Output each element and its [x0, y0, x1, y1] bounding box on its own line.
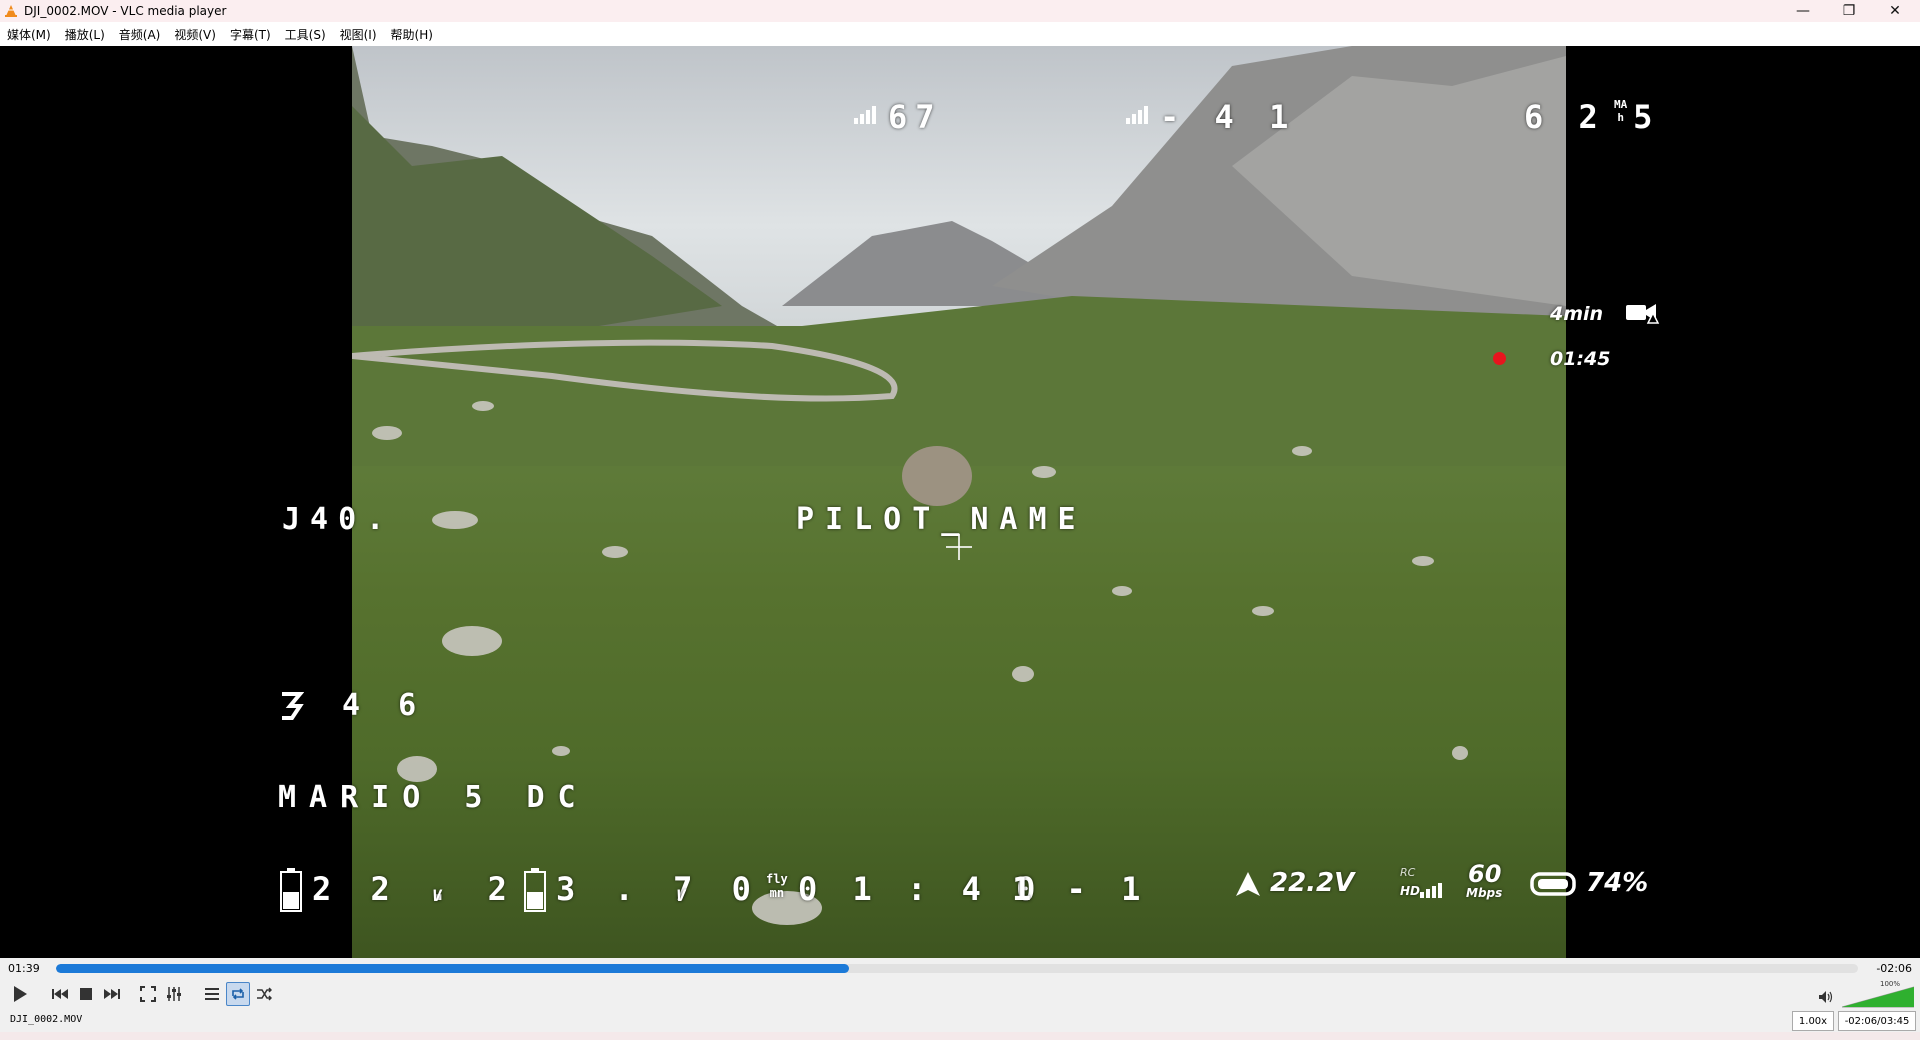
- crosshair-icon: [946, 534, 972, 560]
- osd-signal-left: 67: [888, 98, 943, 136]
- osd-bitrate-unit: Mbps: [1466, 886, 1503, 900]
- restore-button[interactable]: ❐: [1826, 0, 1872, 22]
- mountains: [352, 46, 1566, 466]
- camera-icon: [1626, 304, 1660, 324]
- osd-mah-unit-top: MA: [1614, 98, 1628, 111]
- osd-mah-unit: MA h: [1614, 98, 1627, 124]
- volume-slider[interactable]: [1842, 986, 1914, 1008]
- shuffle-button[interactable]: [252, 982, 276, 1006]
- menu-bar: 媒体(M) 播放(L) 音频(A) 视频(V) 字幕(T) 工具(S) 视图(I…: [0, 22, 1920, 46]
- osd-fly-label-top: fly: [766, 872, 788, 886]
- menu-help[interactable]: 帮助(H): [384, 26, 440, 43]
- playback-rate[interactable]: 1.00x: [1792, 1011, 1834, 1031]
- cell-battery-icon: [524, 868, 546, 912]
- osd-fly-time: 0 1 : 4 0: [798, 870, 1044, 908]
- next-icon: [104, 989, 120, 999]
- osd-signal-right: - 4 1: [1160, 98, 1297, 136]
- osd-mah: 6 2 5: [1524, 98, 1661, 136]
- osd-fly-label-bottom: mn: [769, 886, 785, 900]
- osd-fly-label: fly mn: [766, 872, 788, 900]
- previous-icon: [52, 989, 68, 999]
- window-bottom-edge: [0, 1032, 1920, 1040]
- osd-craft-name: MARIO 5 DC: [278, 780, 589, 815]
- menu-audio[interactable]: 音频(A): [112, 26, 168, 43]
- menu-tools[interactable]: 工具(S): [278, 26, 333, 43]
- seek-bar[interactable]: [56, 964, 1858, 973]
- menu-media[interactable]: 媒体(M): [0, 26, 58, 43]
- osd-heading-value: 4 6: [342, 688, 427, 723]
- osd-pilot-name: PILOT_NAME: [796, 502, 1087, 537]
- osd-battery-voltage-unit: V: [432, 886, 442, 905]
- play-button[interactable]: [6, 980, 34, 1008]
- osd-rec-remaining: 4min: [1550, 303, 1604, 325]
- osd-hd-label: HD: [1400, 884, 1421, 898]
- speaker-icon[interactable]: [1818, 990, 1834, 1004]
- osd-goggle-voltage: 22.2V: [1270, 868, 1355, 898]
- minimize-button[interactable]: —: [1780, 0, 1826, 22]
- menu-playback[interactable]: 播放(L): [58, 26, 112, 43]
- rec-dot: [1493, 352, 1506, 365]
- seek-bar-progress: [56, 964, 849, 973]
- playlist-icon: [205, 988, 219, 1000]
- status-bar: DJI_0002.MOV 1.00x -02:06/03:45: [0, 1010, 1920, 1032]
- heading-icon: [282, 692, 304, 720]
- remaining-time[interactable]: -02:06: [1876, 962, 1912, 975]
- osd-mah-unit-bottom: h: [1617, 111, 1624, 124]
- osd-channel: 1 - 1: [1012, 870, 1149, 908]
- title-bar: DJI_0002.MOV - VLC media player — ❐ ✕: [0, 0, 1920, 22]
- menu-view[interactable]: 视图(I): [333, 26, 384, 43]
- shuffle-icon: [257, 987, 272, 1001]
- restore-icon: ❐: [1842, 3, 1856, 19]
- osd-craft-id: J40.: [282, 502, 395, 537]
- osd-battery-voltage: 2 2 . 2: [312, 870, 517, 908]
- osd-bitrate: 60: [1468, 860, 1502, 888]
- loop-icon: [232, 988, 244, 1000]
- menu-video[interactable]: 视频(V): [167, 26, 223, 43]
- arrow-up-icon: [1236, 872, 1260, 896]
- volume-control: 100%: [1818, 980, 1916, 1008]
- playlist-button[interactable]: [200, 982, 224, 1006]
- previous-button[interactable]: [48, 982, 72, 1006]
- signal-bars-icon-2: [1126, 106, 1148, 124]
- equalizer-icon: [167, 987, 181, 1001]
- osd-rec-elapsed: 01:45: [1550, 348, 1611, 370]
- window-title: DJI_0002.MOV - VLC media player: [24, 4, 227, 18]
- battery-icon: [280, 868, 302, 912]
- status-time[interactable]: -02:06/03:45: [1838, 1011, 1916, 1031]
- play-icon: [14, 986, 27, 1002]
- fullscreen-icon: [140, 986, 156, 1002]
- osd-rc-label: RC: [1400, 866, 1416, 879]
- status-filename: DJI_0002.MOV: [10, 1014, 83, 1025]
- extended-settings-button[interactable]: [162, 982, 186, 1006]
- next-button[interactable]: [100, 982, 124, 1006]
- elapsed-time: 01:39: [8, 962, 40, 975]
- link-quality-icon: [1420, 883, 1442, 898]
- loop-button[interactable]: [226, 982, 250, 1006]
- osd-goggle-battery: 74%: [1586, 868, 1649, 898]
- close-button[interactable]: ✕: [1872, 0, 1918, 22]
- close-icon: ✕: [1889, 3, 1901, 19]
- minimize-icon: —: [1796, 3, 1810, 19]
- osd-cell-voltage-unit: V: [676, 886, 686, 905]
- stop-button[interactable]: [74, 982, 98, 1006]
- vlc-cone-icon: [5, 5, 17, 17]
- menu-subtitle[interactable]: 字幕(T): [223, 26, 278, 43]
- signal-bars-icon: [854, 106, 876, 124]
- goggles-icon: [1530, 872, 1576, 896]
- fullscreen-button[interactable]: [136, 982, 160, 1006]
- stop-icon: [80, 988, 92, 1000]
- osd-cell-voltage: 3 . 7 0: [556, 870, 761, 908]
- video-area[interactable]: 67 - 4 1 6 2 5 MA h 4min 01:45 J40. PILO…: [0, 46, 1920, 958]
